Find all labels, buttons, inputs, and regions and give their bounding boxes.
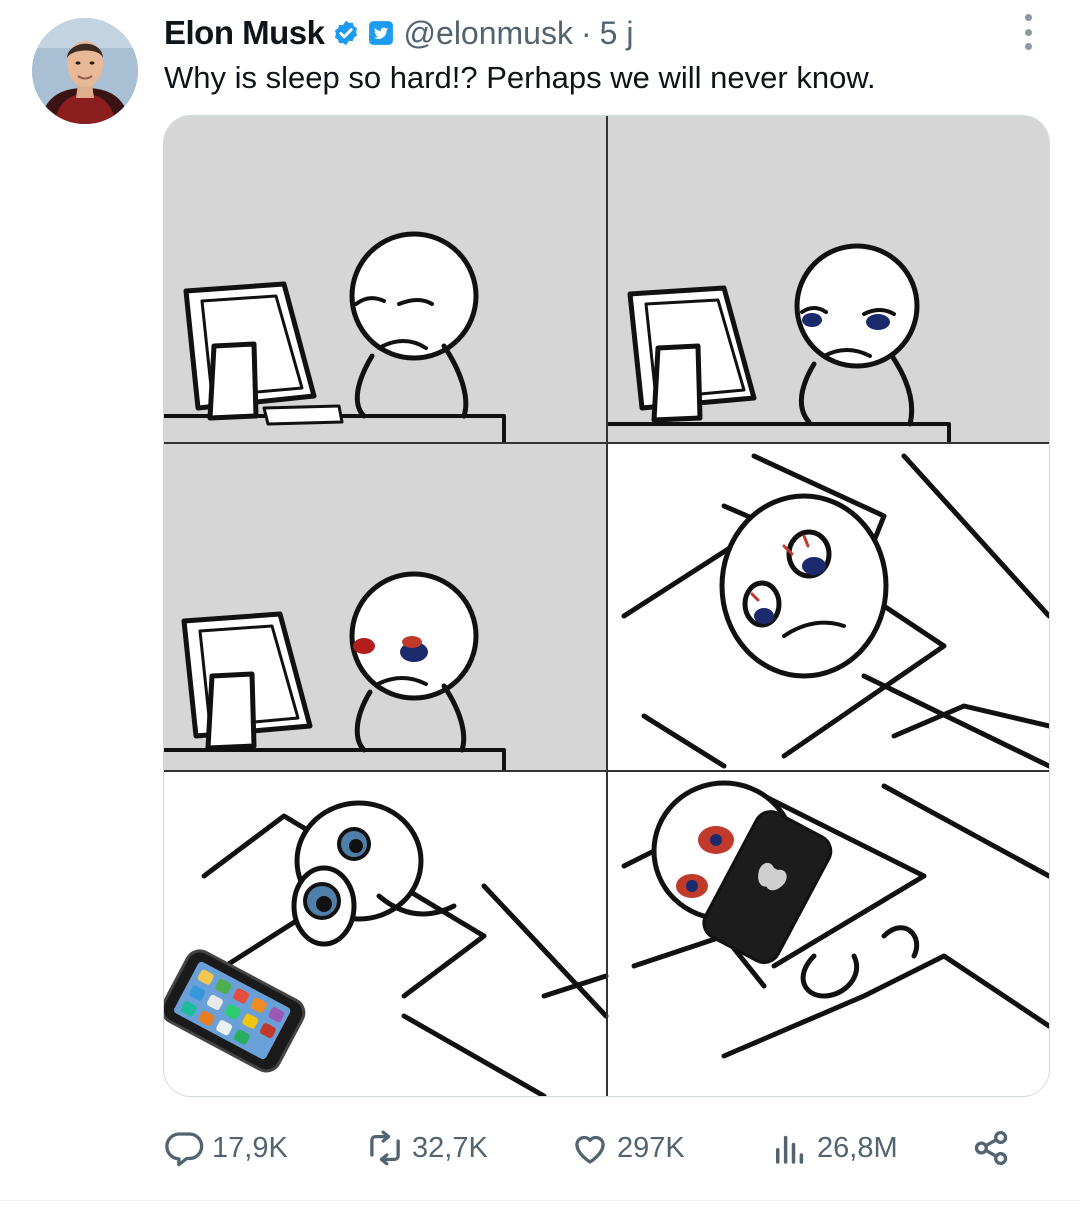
separator-dot: · — [580, 14, 592, 51]
post-time[interactable]: 5 j — [600, 15, 634, 52]
reply-icon — [165, 1132, 204, 1167]
action-bar: 17,9K 32,7K 297K 26,8M — [164, 1120, 1024, 1180]
twitter-bird-badge-icon — [368, 21, 393, 45]
share-icon — [974, 1130, 1008, 1166]
reply-count: 17,9K — [212, 1131, 288, 1164]
like-button[interactable]: 297K — [569, 1120, 685, 1176]
divider — [0, 1200, 1080, 1201]
post-text: Why is sleep so hard!? Perhaps we will n… — [164, 60, 876, 95]
view-count: 26,8M — [817, 1131, 898, 1164]
like-icon — [575, 1135, 605, 1164]
repost-button[interactable]: 32,7K — [364, 1120, 488, 1176]
verified-badge-icon — [334, 20, 357, 46]
post-media-comic[interactable] — [163, 115, 1050, 1097]
author-handle[interactable]: @elonmusk — [404, 15, 573, 52]
like-count: 297K — [617, 1131, 685, 1164]
avatar-image — [32, 18, 138, 124]
tweet: Elon Musk @elonmusk · 5 j Why is sleep s… — [0, 0, 1080, 1216]
avatar[interactable] — [32, 18, 138, 124]
views-icon — [776, 1135, 804, 1164]
comic-image — [164, 116, 1049, 1096]
more-options-icon[interactable] — [1016, 14, 1040, 50]
views-button[interactable]: 26,8M — [769, 1120, 898, 1176]
repost-count: 32,7K — [412, 1131, 488, 1164]
author-name[interactable]: Elon Musk — [164, 14, 325, 52]
share-button[interactable] — [970, 1120, 1018, 1176]
post-header: Elon Musk @elonmusk · 5 j — [164, 12, 633, 54]
repost-icon — [370, 1130, 400, 1166]
reply-button[interactable]: 17,9K — [164, 1120, 288, 1176]
